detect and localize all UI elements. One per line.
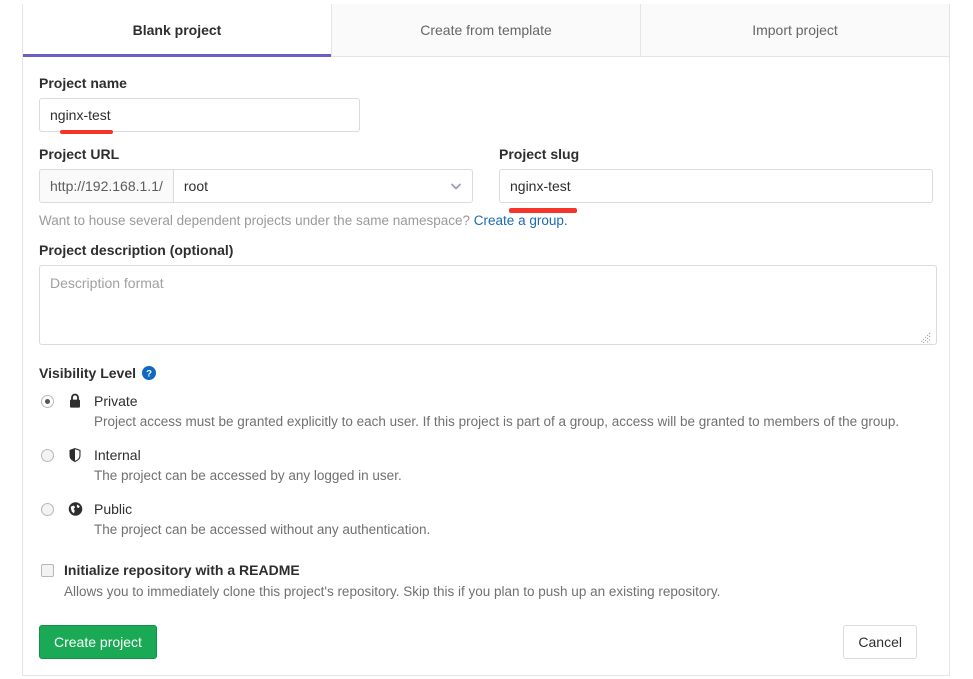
lock-icon — [68, 393, 84, 431]
new-project-form: Project name Project URL http://192.168.… — [23, 57, 949, 659]
project-name-label: Project name — [39, 75, 127, 91]
shield-icon — [68, 447, 84, 485]
tab-label: Create from template — [420, 22, 552, 38]
project-type-tabs: Blank project Create from template Impor… — [23, 4, 949, 57]
help-circle-icon[interactable]: ? — [142, 366, 157, 380]
visibility-options: Private Project access must be granted e… — [39, 392, 933, 539]
namespace-selected-value: root — [183, 178, 208, 194]
namespace-hint-text: Want to house several dependent projects… — [39, 213, 471, 228]
namespace-hint: Want to house several dependent projects… — [39, 213, 933, 228]
tab-label: Import project — [752, 22, 838, 38]
visibility-description: The project can be accessed by any logge… — [94, 468, 402, 483]
visibility-title: Internal — [94, 447, 141, 463]
project-slug-field-group: Project slug — [499, 146, 933, 203]
tab-create-from-template[interactable]: Create from template — [332, 4, 641, 56]
project-name-input[interactable] — [39, 98, 360, 132]
project-url-label: Project URL — [39, 146, 120, 162]
visibility-description: The project can be accessed without any … — [94, 522, 431, 537]
url-slug-row: Project URL http://192.168.1.1/ root Pro… — [39, 146, 933, 203]
radio-internal[interactable] — [41, 449, 54, 462]
visibility-option-internal[interactable]: Internal The project can be accessed by … — [39, 446, 933, 485]
visibility-option-public[interactable]: Public The project can be accessed witho… — [39, 500, 933, 539]
initialize-readme-row[interactable]: Initialize repository with a README Allo… — [39, 561, 933, 601]
create-a-group-link[interactable]: Create a group. — [474, 213, 568, 228]
cancel-button[interactable]: Cancel — [843, 625, 917, 659]
project-slug-input[interactable] — [499, 169, 933, 203]
visibility-level-label: Visibility Level — [39, 365, 137, 381]
project-slug-label: Project slug — [499, 146, 580, 162]
form-actions: Create project Cancel — [39, 625, 933, 659]
create-project-button[interactable]: Create project — [39, 625, 157, 659]
new-project-card: Blank project Create from template Impor… — [22, 4, 950, 676]
readme-label: Initialize repository with a README — [64, 562, 300, 578]
project-url-prefix: http://192.168.1.1/ — [39, 169, 173, 203]
radio-public[interactable] — [41, 503, 54, 516]
tab-import-project[interactable]: Import project — [641, 4, 949, 56]
visibility-description: Project access must be granted explicitl… — [94, 414, 900, 429]
visibility-title: Private — [94, 393, 138, 409]
project-description-textarea[interactable] — [39, 265, 937, 345]
tab-blank-project[interactable]: Blank project — [23, 4, 332, 57]
project-url-field-group: Project URL http://192.168.1.1/ root — [39, 146, 473, 203]
tab-label: Blank project — [132, 22, 222, 38]
readme-description: Allows you to immediately clone this pro… — [64, 584, 721, 599]
annotation-underline-project-name — [60, 130, 113, 134]
annotation-underline-project-slug — [509, 208, 577, 213]
globe-icon — [68, 501, 84, 539]
visibility-level-heading: Visibility Level ? — [39, 365, 933, 381]
radio-private[interactable] — [41, 395, 54, 408]
project-description-label: Project description (optional) — [39, 242, 234, 258]
visibility-title: Public — [94, 501, 133, 517]
svg-text:?: ? — [146, 369, 152, 380]
readme-checkbox[interactable] — [41, 564, 54, 577]
namespace-select[interactable]: root — [172, 169, 473, 203]
project-name-field-group: Project name — [39, 75, 933, 132]
visibility-option-private[interactable]: Private Project access must be granted e… — [39, 392, 933, 431]
